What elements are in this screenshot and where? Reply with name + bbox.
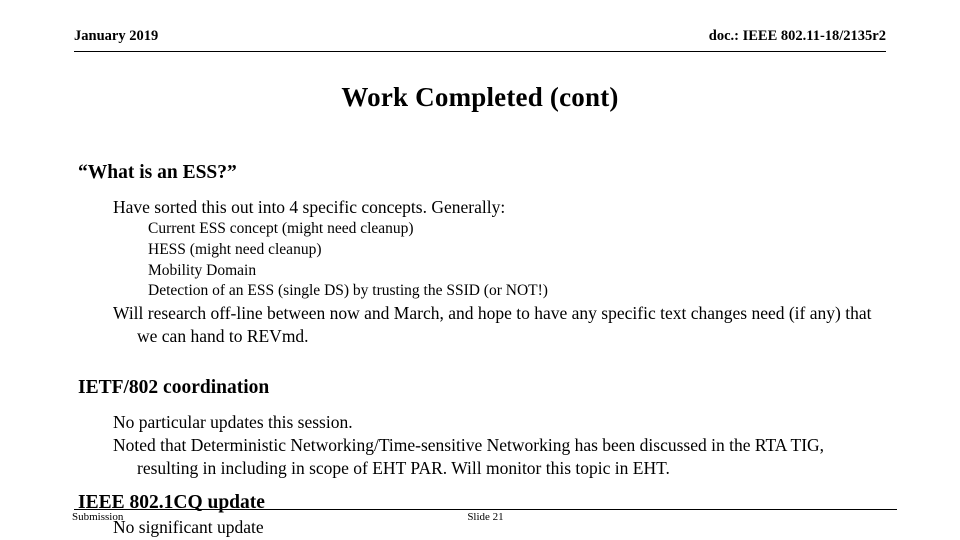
bullet-will-research-offline: Will research off-line between now and M… [113, 303, 872, 346]
page-title: Work Completed (cont) [341, 82, 619, 112]
header-divider [74, 51, 886, 52]
header-date: January 2019 [74, 28, 159, 44]
footer-divider [74, 509, 897, 510]
slide-canvas: January 2019 doc.: IEEE 802.11-18/2135r2… [0, 0, 960, 540]
bullet-hess: HESS (might need cleanup) [148, 240, 322, 258]
bullet-heading-what-is-an-ess: “What is an ESS?” [78, 162, 237, 183]
footer-slide-number: Slide 21 [467, 511, 504, 523]
bullet-no-particular-updates: No particular updates this session. [113, 412, 353, 432]
bullet-deterministic-networking: Noted that Deterministic Networking/Time… [113, 434, 825, 478]
bullet-mobility-domain: Mobility Domain [148, 261, 257, 279]
bullet-have-sorted-concepts: Have sorted this out into 4 specific con… [113, 197, 506, 218]
bullet-heading-ietf-802-coordination: IETF/802 coordination [78, 376, 270, 398]
bullet-current-ess-concept: Current ESS concept (might need cleanup) [148, 220, 414, 238]
slide-header: January 2019 doc.: IEEE 802.11-18/2135r2 [74, 28, 886, 52]
header-document-number: doc.: IEEE 802.11-18/2135r2 [708, 28, 886, 44]
bullet-detection-of-an-ess: Detection of an ESS (single DS) by trust… [148, 282, 548, 300]
slide-body: “What is an ESS?” Have sorted this out i… [0, 160, 960, 538]
